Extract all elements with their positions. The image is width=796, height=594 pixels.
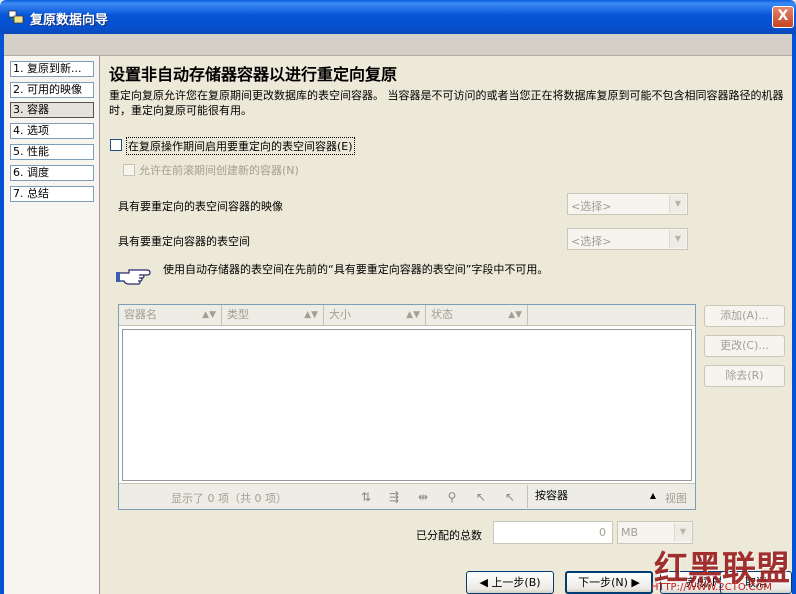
chevron-up-icon: ▲ xyxy=(649,491,656,500)
add-button[interactable]: 添加(A)... xyxy=(704,305,785,327)
nav-item-schedule[interactable]: 6. 调度 xyxy=(10,165,94,181)
chevron-down-icon: ▼ xyxy=(674,523,691,541)
tablespace-select-value: <选择> xyxy=(571,235,612,248)
redirect-checkbox[interactable] xyxy=(110,139,122,151)
rollforward-checkbox-label: 允许在前滚期间创建新的容器(N) xyxy=(139,164,299,177)
sort-icon: ▲▼ xyxy=(508,310,522,320)
tablespace-label: 具有要重定向容器的表空间 xyxy=(118,235,250,248)
wizard-nav: 1. 复原到新... 2. 可用的映像 3. 容器 4. 选项 5. 性能 6.… xyxy=(4,56,100,594)
window-frame-right xyxy=(792,34,796,594)
header-band xyxy=(4,34,792,56)
total-allocated-field[interactable]: 0 xyxy=(493,521,613,544)
image-select-value: <选择> xyxy=(571,200,612,213)
nav-item-restore-to-new[interactable]: 1. 复原到新... xyxy=(10,61,94,77)
find-icon[interactable]: ⚲ xyxy=(443,489,461,505)
select-all-icon[interactable]: ↖ xyxy=(472,489,490,505)
table-header: 容器名 ▲▼ 类型 ▲▼ 大小 ▲▼ 状态 ▲▼ xyxy=(119,305,695,326)
unit-select-value: MB xyxy=(621,526,639,539)
page-description: 重定向复原允许您在复原期间更改数据库的表空间容器。 当容器是不可访问的或者当您正… xyxy=(109,89,784,117)
chevron-down-icon: ▼ xyxy=(669,195,686,213)
rollforward-checkbox[interactable] xyxy=(123,164,135,176)
hint-text: 使用自动存储器的表空间在先前的“具有要重定向容器的表空间”字段中不可用。 xyxy=(163,263,549,276)
deselect-all-icon[interactable]: ↖ xyxy=(501,489,519,505)
title-bar: 复原数据向导 X xyxy=(0,0,796,34)
nav-item-summary[interactable]: 7. 总结 xyxy=(10,186,94,202)
view-button[interactable]: 视图 xyxy=(665,490,687,506)
sort-by-value: 按容器 xyxy=(535,489,568,502)
sort-icon: ▲▼ xyxy=(406,310,420,320)
total-allocated-label: 已分配的总数 xyxy=(416,529,482,542)
image-select[interactable]: <选择> ▼ xyxy=(567,193,688,215)
redirect-checkbox-label[interactable]: 在复原操作期间启用要重定向的表空间容器(E) xyxy=(126,137,355,155)
chevron-down-icon: ▼ xyxy=(669,230,686,248)
sort-by-select[interactable]: 按容器 ▲ xyxy=(527,485,661,508)
tablespace-select[interactable]: <选择> ▼ xyxy=(567,228,688,250)
item-count-text: 显示了 0 项（共 0 项） xyxy=(171,492,287,505)
remove-button[interactable]: 除去(R) xyxy=(704,365,785,387)
column-header-size[interactable]: 大小 ▲▼ xyxy=(324,305,426,326)
columns-icon[interactable]: ⇹ xyxy=(414,489,432,505)
watermark-url: HTTP://WWW.2CTO.COM xyxy=(651,582,772,593)
column-header-status[interactable]: 状态 ▲▼ xyxy=(426,305,528,326)
sort-icon: ▲▼ xyxy=(304,310,318,320)
next-button[interactable]: 下一步(N) ▶ xyxy=(565,571,653,594)
filter-icon[interactable]: ⇶ xyxy=(385,489,403,505)
app-icon xyxy=(8,10,24,24)
nav-item-performance[interactable]: 5. 性能 xyxy=(10,144,94,160)
change-button[interactable]: 更改(C)... xyxy=(704,335,785,357)
sort-icon: ▲▼ xyxy=(202,310,216,320)
table-body[interactable] xyxy=(122,329,692,481)
close-button[interactable]: X xyxy=(772,6,794,28)
image-label: 具有要重定向的表空间容器的映像 xyxy=(118,200,283,213)
nav-item-containers[interactable]: 3. 容器 xyxy=(10,102,94,118)
pointing-hand-icon xyxy=(116,269,151,285)
table-footer: 显示了 0 项（共 0 项） ⇅ ⇶ ⇹ ⚲ ↖ ↖ 按容器 ▲ 视图 xyxy=(119,483,695,509)
nav-item-available-images[interactable]: 2. 可用的映像 xyxy=(10,82,94,98)
page-title: 设置非自动存储器容器以进行重定向复原 xyxy=(109,65,398,84)
nav-item-options[interactable]: 4. 选项 xyxy=(10,123,94,139)
column-header-container-name[interactable]: 容器名 ▲▼ xyxy=(119,305,222,326)
window-title: 复原数据向导 xyxy=(30,13,109,28)
back-button[interactable]: ◀ 上一步(B) xyxy=(466,571,554,594)
sort-icon[interactable]: ⇅ xyxy=(357,489,375,505)
column-header-type[interactable]: 类型 ▲▼ xyxy=(222,305,324,326)
containers-table: 容器名 ▲▼ 类型 ▲▼ 大小 ▲▼ 状态 ▲▼ 显示了 0 项（共 0 项） ⇅ ⇶ … xyxy=(118,304,696,510)
